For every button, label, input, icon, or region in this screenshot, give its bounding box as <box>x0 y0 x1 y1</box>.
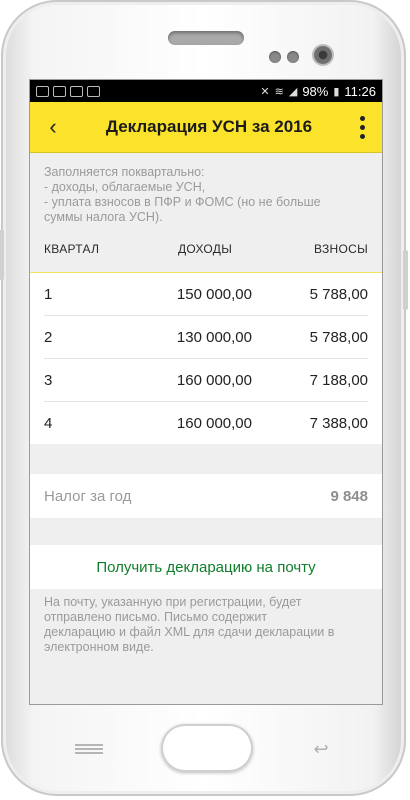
annual-tax-label: Налог за год <box>44 487 132 505</box>
volume-button[interactable] <box>0 230 4 280</box>
menu-bar-icon <box>75 744 103 746</box>
intro-line: - доходы, облагаемые УСН, <box>44 180 206 194</box>
annual-tax-row: Налог за год 9 848 <box>30 474 382 518</box>
row-income[interactable]: 160 000,00 <box>108 415 252 432</box>
notification-icon <box>53 85 66 97</box>
intro-line: суммы налога УСН). <box>44 210 163 224</box>
hardware-menu-key[interactable] <box>75 742 103 756</box>
app-bar: ‹ Декларация УСН за 2016 <box>30 102 382 153</box>
notification-icons <box>36 85 100 97</box>
row-quarter: 3 <box>44 371 53 389</box>
quarter-table: 1 150 000,00 5 788,00 2 130 000,00 5 788… <box>30 273 382 444</box>
table-row[interactable]: 2 130 000,00 5 788,00 <box>44 316 368 359</box>
hardware-back-key[interactable]: ↩ <box>307 740 335 758</box>
header-payments: ВЗНОСЫ <box>314 241 368 256</box>
menu-dot-icon <box>359 133 365 139</box>
row-income[interactable]: 150 000,00 <box>108 286 252 303</box>
row-income[interactable]: 130 000,00 <box>108 329 252 346</box>
table-row[interactable]: 1 150 000,00 5 788,00 <box>44 273 368 316</box>
table-header: КВАРТАЛ ДОХОДЫ ВЗНОСЫ <box>30 225 382 273</box>
menu-dot-icon <box>359 124 365 130</box>
annual-tax-value: 9 848 <box>330 487 368 505</box>
page-title: Декларация УСН за 2016 <box>105 117 313 136</box>
footnote-text: На почту, указанную при регистрации, буд… <box>30 589 382 655</box>
back-button[interactable]: ‹ <box>30 102 76 152</box>
image-icon <box>70 85 83 97</box>
intro-line: Заполняется поквартально: <box>44 165 205 179</box>
row-payments[interactable]: 5 788,00 <box>252 329 368 346</box>
notification-icon <box>36 85 49 97</box>
row-payments[interactable]: 7 388,00 <box>252 415 368 432</box>
row-quarter: 2 <box>44 328 53 346</box>
footnote-line: На почту, указанную при регистрации, буд… <box>44 595 302 609</box>
footnote-line: декларацию и файл XML для сдачи декларац… <box>44 625 335 639</box>
menu-bar-icon <box>75 748 103 750</box>
overflow-menu-button[interactable] <box>342 102 382 152</box>
sensor-dot <box>287 51 299 63</box>
flipboard-icon <box>87 85 100 97</box>
hardware-home-key[interactable] <box>161 724 253 772</box>
signal-icon: ◢ <box>288 85 298 98</box>
row-income[interactable]: 160 000,00 <box>108 372 252 389</box>
clock: 11:26 <box>344 83 376 99</box>
row-quarter: 1 <box>44 285 53 303</box>
phone-frame: ✕ ≋ ◢ 98% ▮ 11:26 ‹ Декларация УСН за 20… <box>0 0 408 796</box>
sensor-dot <box>269 51 281 63</box>
back-arrow-icon: ‹ <box>49 114 57 139</box>
get-declaration-button[interactable]: Получить декларацию на почту <box>30 545 382 589</box>
intro-text: Заполняется поквартально: - доходы, обла… <box>30 153 382 225</box>
table-row[interactable]: 3 160 000,00 7 188,00 <box>44 359 368 402</box>
menu-bar-icon <box>75 752 103 754</box>
battery-percent: 98% <box>302 83 329 99</box>
menu-dot-icon <box>359 115 365 121</box>
status-bar: ✕ ≋ ◢ 98% ▮ 11:26 <box>30 80 382 102</box>
battery-icon: ▮ <box>333 85 340 98</box>
footnote-line: электронном виде. <box>44 640 154 654</box>
intro-line: - уплата взносов в ПФР и ФОМС (но не бол… <box>44 195 321 209</box>
front-camera <box>312 44 334 66</box>
row-payments[interactable]: 5 788,00 <box>252 286 368 303</box>
wifi-icon: ≋ <box>274 85 284 98</box>
earpiece-speaker <box>168 31 244 45</box>
row-payments[interactable]: 7 188,00 <box>252 372 368 389</box>
return-arrow-icon: ↩ <box>313 739 329 759</box>
footnote-line: отправлено письмо. Письмо содержит <box>44 610 268 624</box>
screen: ✕ ≋ ◢ 98% ▮ 11:26 ‹ Декларация УСН за 20… <box>29 79 383 705</box>
table-row[interactable]: 4 160 000,00 7 388,00 <box>44 402 368 444</box>
mute-icon: ✕ <box>260 85 270 98</box>
row-quarter: 4 <box>44 414 53 432</box>
header-income: ДОХОДЫ <box>178 241 233 256</box>
header-quarter: КВАРТАЛ <box>44 241 100 256</box>
power-button[interactable] <box>403 250 408 310</box>
